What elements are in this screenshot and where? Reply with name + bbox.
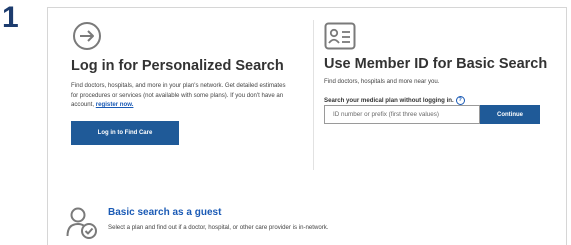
guest-user-check-icon (66, 207, 97, 239)
member-id-description: Find doctors, hospitals and more near yo… (324, 78, 440, 85)
id-card-icon (324, 22, 356, 50)
guest-search-description: Select a plan and find out if a doctor, … (108, 224, 329, 231)
search-plan-label-text: Search your medical plan without logging… (324, 97, 454, 104)
member-id-title: Use Member ID for Basic Search (324, 56, 548, 72)
step-number: 1 (2, 1, 19, 34)
help-icon[interactable]: ? (455, 96, 465, 105)
login-find-care-button[interactable]: Log in to Find Care (71, 121, 179, 145)
guest-search-link[interactable]: Basic search as a guest (108, 207, 221, 218)
continue-button[interactable]: Continue (480, 105, 540, 124)
register-link[interactable]: register now. (96, 101, 134, 108)
member-id-input[interactable] (324, 105, 480, 124)
login-title: Log in for Personalized Search (71, 58, 284, 74)
login-arrow-icon (73, 22, 101, 50)
search-options-card: Log in for Personalized Search Find doct… (47, 7, 567, 245)
column-divider (313, 20, 314, 170)
login-description: Find doctors, hospitals, and more in you… (71, 81, 286, 110)
search-plan-label: Search your medical plan without logging… (324, 96, 465, 105)
